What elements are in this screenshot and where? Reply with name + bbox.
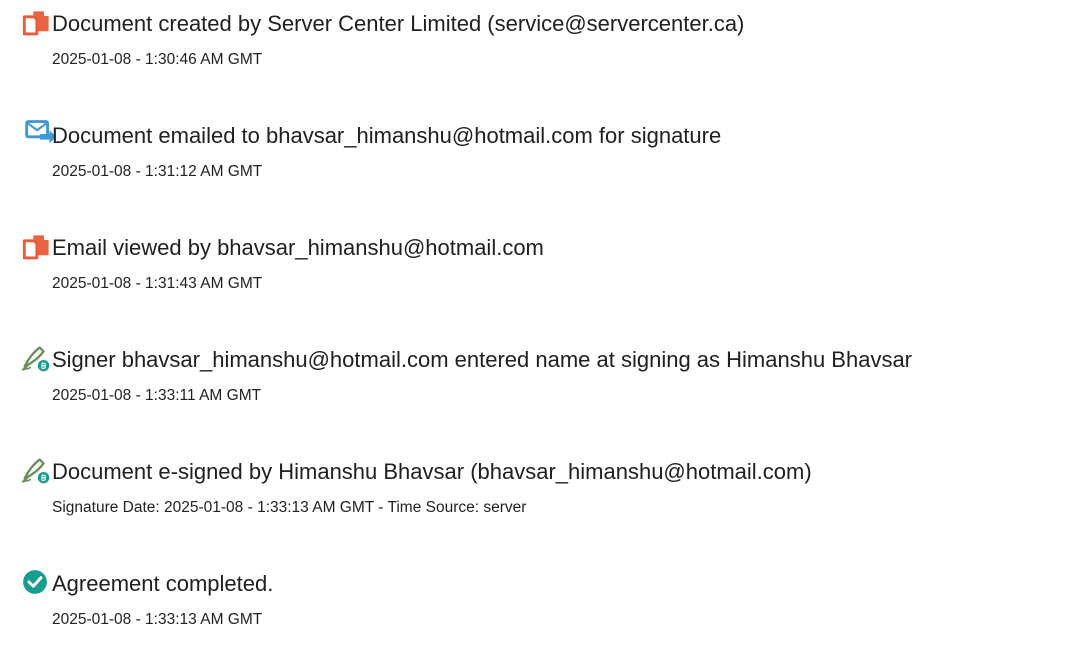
event-title: Document emailed to bhavsar_himanshu@hot… (52, 123, 722, 148)
audit-event: Document emailed to bhavsar_himanshu@hot… (0, 120, 1089, 212)
audit-event-list: Document created by Server Center Limite… (0, 0, 1089, 651)
event-title: Document e-signed by Himanshu Bhavsar (b… (52, 459, 812, 484)
event-timestamp: 2025-01-08 - 1:30:46 AM GMT (52, 51, 263, 68)
event-timestamp: 2025-01-08 - 1:33:13 AM GMT (52, 611, 263, 628)
document-created-icon (22, 11, 49, 36)
audit-event: Agreement completed. 2025-01-08 - 1:33:1… (0, 570, 1089, 660)
event-title: Signer bhavsar_himanshu@hotmail.com ente… (52, 347, 913, 372)
checkmark-circle-icon (23, 570, 47, 594)
event-timestamp: 2025-01-08 - 1:31:43 AM GMT (52, 275, 263, 292)
audit-event: Document e-signed by Himanshu Bhavsar (b… (0, 458, 1089, 548)
event-title: Email viewed by bhavsar_himanshu@hotmail… (52, 235, 544, 260)
audit-event: Document created by Server Center Limite… (0, 10, 1089, 100)
audit-event: Email viewed by bhavsar_himanshu@hotmail… (0, 234, 1089, 324)
email-viewed-icon (22, 235, 49, 260)
event-timestamp: Signature Date: 2025-01-08 - 1:33:13 AM … (52, 499, 527, 516)
signature-pen-icon (21, 346, 50, 372)
event-title: Agreement completed. (52, 571, 274, 596)
signature-pen-icon (21, 458, 50, 484)
event-timestamp: 2025-01-08 - 1:31:12 AM GMT (52, 163, 263, 180)
event-title: Document created by Server Center Limite… (52, 11, 745, 36)
event-timestamp: 2025-01-08 - 1:33:11 AM GMT (52, 387, 262, 404)
audit-event: Signer bhavsar_himanshu@hotmail.com ente… (0, 346, 1089, 436)
